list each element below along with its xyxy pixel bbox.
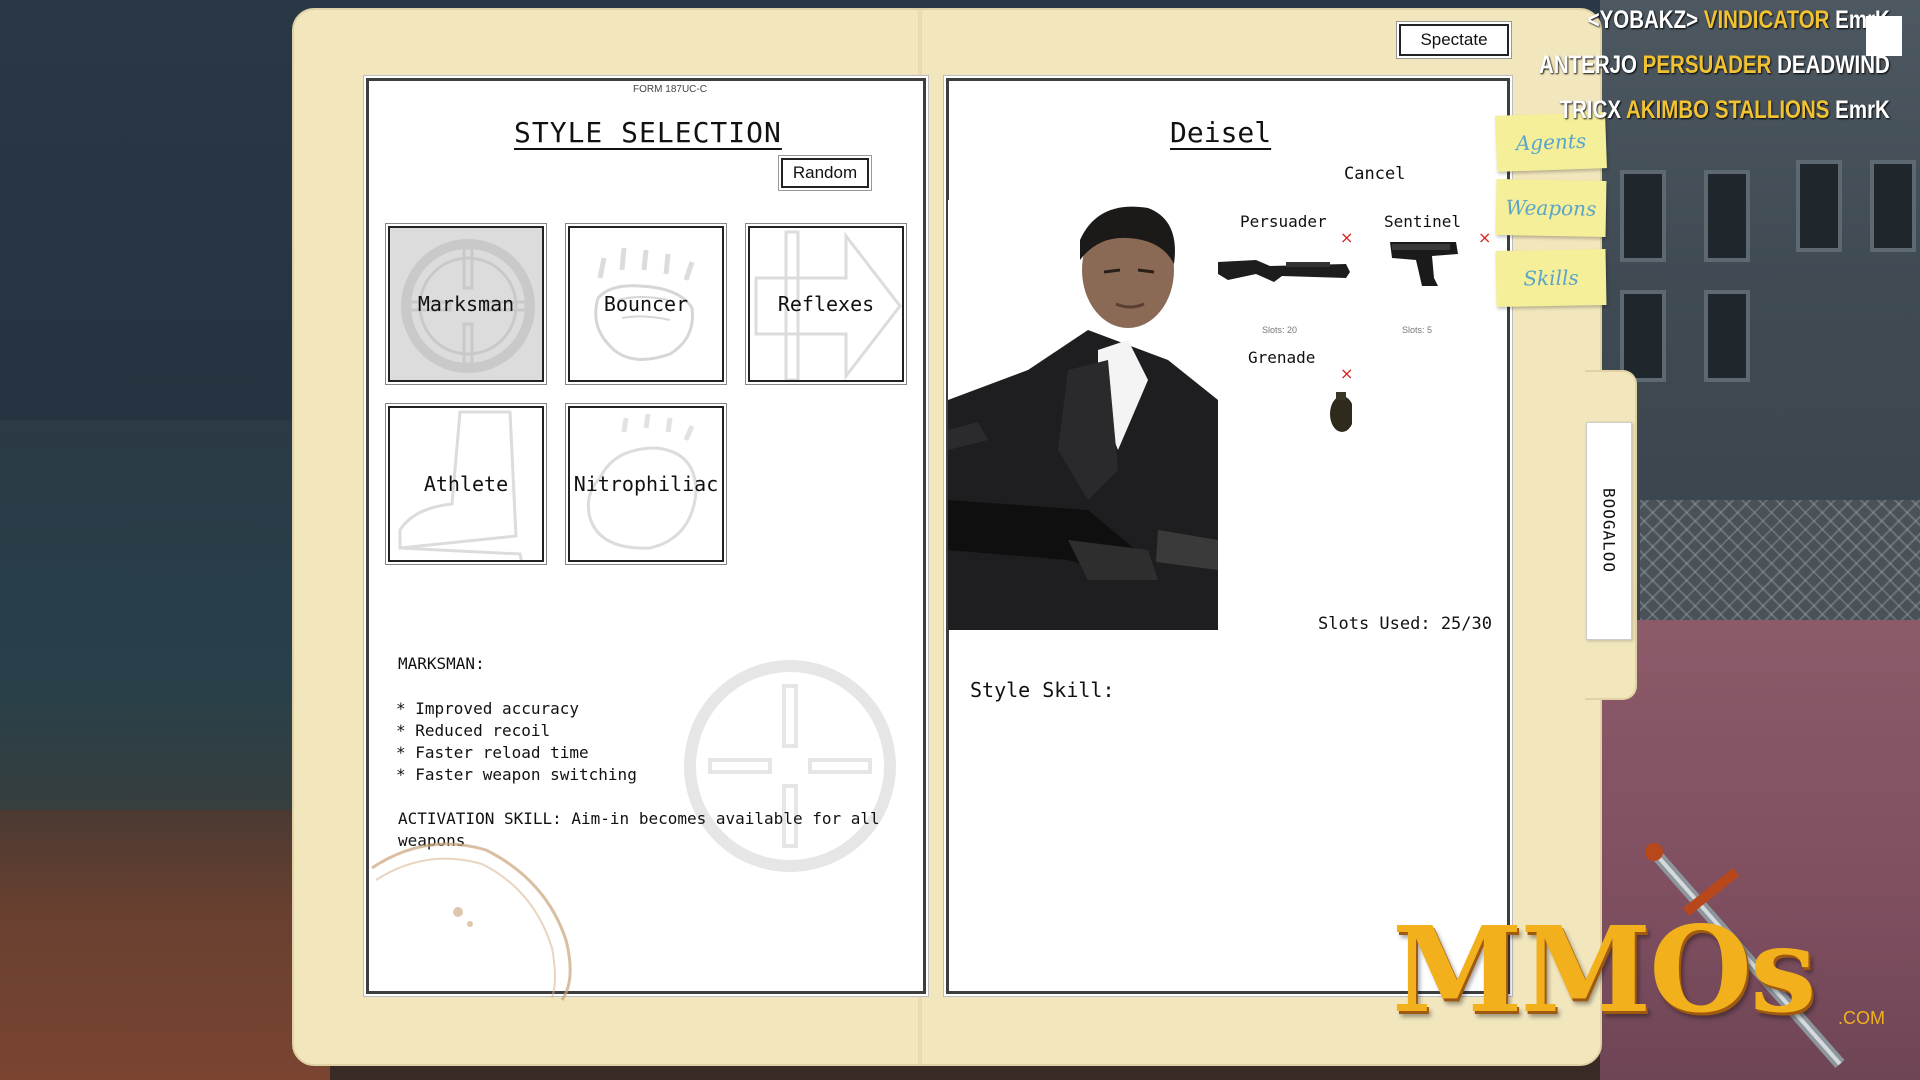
weapon-label-persuader: Persuader <box>1240 212 1327 231</box>
building-window <box>1704 170 1750 262</box>
list-item: * Improved accuracy <box>396 699 580 718</box>
style-description-list: * Improved accuracy * Reduced recoil * F… <box>396 698 637 786</box>
style-card-nitrophiliac[interactable]: Nitrophiliac <box>568 406 724 562</box>
weapon-label-sentinel: Sentinel <box>1384 212 1462 231</box>
remove-persuader-button[interactable]: × <box>1340 228 1353 247</box>
style-card-label: Nitrophiliac <box>573 472 719 496</box>
kill-feed-weapon: PERSUADER <box>1642 51 1772 79</box>
style-card-label: Bouncer <box>603 292 689 316</box>
agent-name: Deisel <box>1170 116 1272 149</box>
building-window <box>1870 160 1916 252</box>
pistol-icon[interactable] <box>1386 238 1466 290</box>
watermark-logo: MMOs <box>1392 900 1816 1039</box>
style-card-reflexes[interactable]: Reflexes <box>748 226 904 382</box>
building-window <box>1620 290 1666 382</box>
style-card-label: Athlete <box>423 472 509 496</box>
style-card-bouncer[interactable]: Bouncer <box>568 226 724 382</box>
kill-feed-victim: EmrK <box>1835 96 1890 124</box>
slots-used-label: Slots Used: 25/30 <box>1318 614 1492 634</box>
background-floor-left <box>0 810 330 1080</box>
style-card-label: Reflexes <box>777 292 875 316</box>
coffee-stain-icon <box>371 842 572 1001</box>
team-tab-boogaloo[interactable]: BOOGALOO <box>1586 422 1632 640</box>
agent-portrait <box>948 200 1218 630</box>
remove-grenade-button[interactable]: × <box>1340 364 1353 383</box>
form-id-label: FORM 187UC-C <box>633 84 707 95</box>
grenade-icon[interactable] <box>1326 390 1352 434</box>
kill-feed-row: TRICX AKIMBO STALLIONS EmrK <box>1539 96 1890 141</box>
style-card-marksman[interactable]: Marksman <box>388 226 544 382</box>
kill-feed-killer: ANTERJO <box>1539 51 1638 79</box>
window-corner-box <box>1866 16 1902 56</box>
background-fence <box>1640 500 1920 620</box>
kill-feed-weapon: VINDICATOR <box>1703 6 1830 34</box>
building-window <box>1620 170 1666 262</box>
remove-sentinel-button[interactable]: × <box>1478 228 1491 247</box>
kill-feed-killer: TRICX <box>1559 96 1622 124</box>
list-item: * Faster weapon switching <box>396 765 637 784</box>
style-description-heading: MARKSMAN: <box>398 654 485 673</box>
tab-skills[interactable]: Skills <box>1495 249 1607 307</box>
style-skill-label: Style Skill: <box>970 678 1115 702</box>
weapon-slots-persuader: Slots: 20 <box>1262 325 1298 335</box>
team-tab-label: BOOGALOO <box>1599 488 1619 574</box>
kill-feed-row: ANTERJO PERSUADER DEADWIND <box>1539 51 1890 96</box>
weapon-label-grenade: Grenade <box>1248 348 1316 367</box>
list-item: * Faster reload time <box>396 743 589 762</box>
style-card-label: Marksman <box>417 292 515 316</box>
watermark-suffix: .COM <box>1838 1008 1885 1028</box>
list-item: * Reduced recoil <box>396 721 551 740</box>
kill-feed-row: <YOBAKZ> VINDICATOR EmrK <box>1539 6 1890 51</box>
tab-weapons[interactable]: Weapons <box>1495 179 1607 237</box>
cancel-button[interactable]: Cancel <box>1344 164 1405 184</box>
building-window <box>1704 290 1750 382</box>
style-selection-title: STYLE SELECTION <box>514 116 782 149</box>
kill-feed: <YOBAKZ> VINDICATOR EmrK ANTERJO PERSUAD… <box>1462 6 1890 141</box>
building-window <box>1796 160 1842 252</box>
random-button[interactable]: Random <box>781 158 869 188</box>
background-sea <box>0 420 330 840</box>
kill-feed-killer: <YOBAKZ> <box>1587 6 1699 34</box>
weapon-slots-sentinel: Slots: 5 <box>1402 325 1433 335</box>
kill-feed-weapon: AKIMBO STALLIONS <box>1626 96 1830 124</box>
style-card-athlete[interactable]: Athlete <box>388 406 544 562</box>
shotgun-icon[interactable] <box>1216 250 1352 284</box>
